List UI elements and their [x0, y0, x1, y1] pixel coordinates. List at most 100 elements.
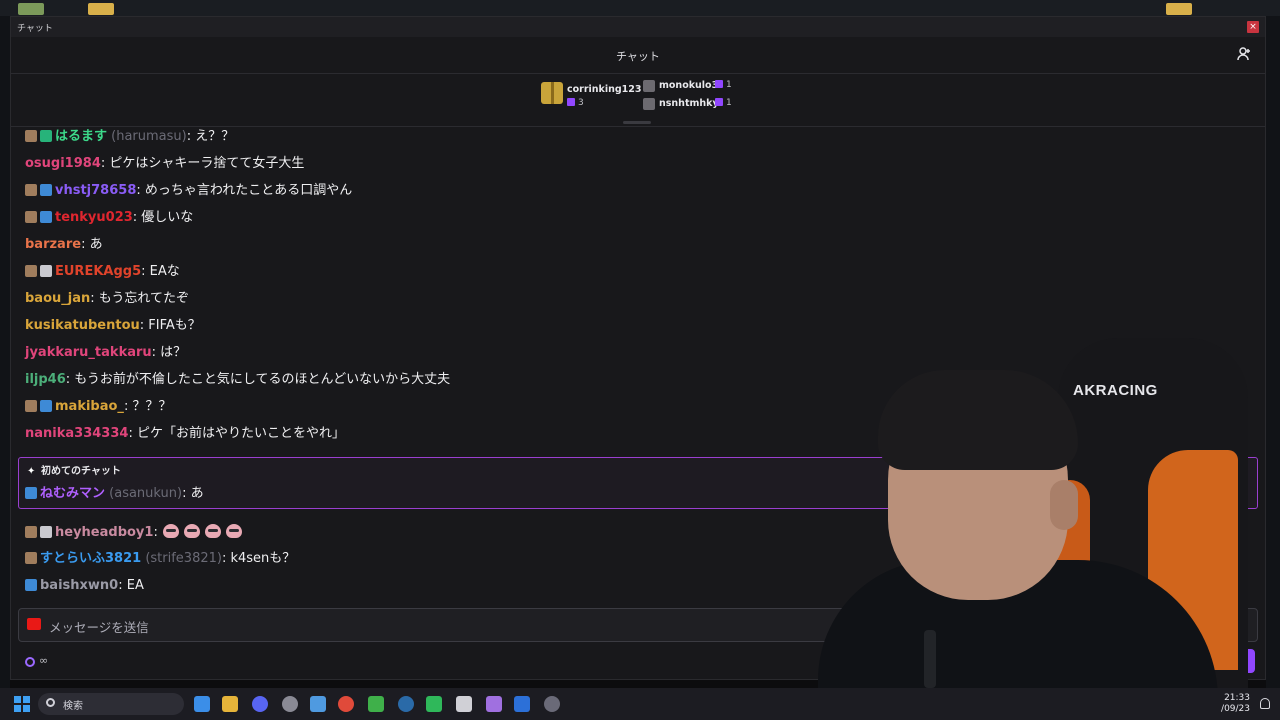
chat-text: : EA: [118, 578, 144, 593]
chat-text: : 優しいな: [132, 210, 194, 225]
chat-username[interactable]: osugi1984: [25, 156, 101, 171]
emote-icon[interactable]: [162, 524, 179, 538]
chat-message[interactable]: ねむみマン (asanukun): あ: [25, 482, 204, 501]
folder-icon[interactable]: [88, 3, 114, 15]
arrow-badge-icon: [40, 526, 52, 538]
chat-message[interactable]: baou_jan: もう忘れてたぞ: [25, 289, 189, 309]
chat-username[interactable]: jyakkaru_takkaru: [25, 345, 152, 360]
taskbar-search-label: 検索: [63, 701, 83, 712]
app-icon[interactable]: [486, 696, 502, 712]
notification-bell-icon[interactable]: [1260, 698, 1270, 709]
avatar-badge-icon: [25, 211, 37, 223]
chat-username[interactable]: はるます: [55, 129, 107, 144]
avatar-badge-icon: [25, 130, 37, 142]
chat-message[interactable]: makibao_: ？？？: [25, 397, 171, 417]
discord-icon[interactable]: [252, 696, 268, 712]
close-button[interactable]: ×: [1247, 21, 1259, 33]
gifter-name: corrinking123: [567, 84, 642, 95]
channel-points-icon: [25, 657, 35, 667]
chat-username[interactable]: vhstj78658: [55, 183, 136, 198]
arrow-badge-icon: [40, 265, 52, 277]
chat-message[interactable]: osugi1984: ピケはシャキーラ捨てて女子大生: [25, 154, 304, 174]
chat-username[interactable]: baou_jan: [25, 291, 90, 306]
streamer-hair: [878, 370, 1078, 470]
windows-start-icon[interactable]: [14, 696, 30, 712]
clock-date: /09/23: [1221, 704, 1250, 714]
crown-badge-icon: [25, 487, 37, 499]
crown-badge-icon: [40, 400, 52, 412]
window-title: チャット: [17, 24, 53, 34]
search-icon: [46, 698, 55, 707]
first-chat-header: ✦ 初めてのチャット: [27, 462, 121, 477]
chat-message[interactable]: EUREKAgg5: EAな: [25, 262, 180, 282]
chat-text: : k4senも？: [221, 551, 296, 566]
avatar-badge-icon: [25, 184, 37, 196]
emote-icon[interactable]: [225, 524, 242, 538]
chat-text: : は？: [151, 345, 187, 360]
gifter-name: nsnhtmhky: [659, 98, 719, 109]
sparkle-icon: ✦: [27, 466, 36, 477]
gift-count: 1: [726, 98, 732, 108]
obs-icon[interactable]: [282, 696, 298, 712]
chat-message[interactable]: すとらいふ3821 (strife3821): k4senも？: [25, 549, 295, 569]
chat-message[interactable]: はるます (harumasu): え？？: [25, 127, 234, 147]
chat-message[interactable]: kusikatubentou: FIFAも？: [25, 316, 201, 336]
camera-icon: [27, 618, 41, 630]
chat-input-placeholder: メッセージを送信: [49, 620, 149, 635]
emote-icon[interactable]: [183, 524, 200, 538]
chat-message[interactable]: tenkyu023: 優しいな: [25, 208, 193, 228]
chat-header: チャット: [11, 37, 1265, 74]
play-icon[interactable]: [426, 696, 442, 712]
app-icon[interactable]: [544, 696, 560, 712]
chat-message[interactable]: baishxwn0: EA: [25, 576, 144, 596]
steam-icon[interactable]: [398, 696, 414, 712]
avatar-badge-icon: [25, 265, 37, 277]
chat-username[interactable]: iljp46: [25, 372, 66, 387]
chat-text: : EAな: [141, 264, 180, 279]
chat-username[interactable]: kusikatubentou: [25, 318, 140, 333]
chat-message[interactable]: jyakkaru_takkaru: は？: [25, 343, 186, 363]
browser-icon[interactable]: [194, 696, 210, 712]
channel-points[interactable]: ∞: [25, 654, 48, 667]
desktop-icon[interactable]: [18, 3, 44, 15]
chat-message[interactable]: heyheadboy1:: [25, 523, 242, 543]
taskbar: 検索 21:33 /09/23: [0, 688, 1280, 720]
emote-icon[interactable]: [204, 524, 221, 538]
taskbar-clock[interactable]: 21:33 /09/23: [1221, 693, 1250, 715]
chat-message[interactable]: vhstj78658: めっちゃ言われたことある口調やん: [25, 181, 352, 201]
chat-message[interactable]: barzare: あ: [25, 235, 103, 255]
chat-username[interactable]: nanika334334: [25, 426, 128, 441]
chat-login: (strife3821): [145, 551, 222, 566]
chat-message[interactable]: iljp46: もうお前が不倫したこと気にしてるのほとんどいないから大丈夫: [25, 370, 450, 390]
monitor-icon[interactable]: [514, 696, 530, 712]
chat-login: (harumasu): [111, 129, 187, 144]
community-users-icon[interactable]: [1237, 46, 1253, 62]
chat-username[interactable]: barzare: [25, 237, 81, 252]
gifter-name: monokulo3: [659, 80, 719, 91]
desktop-top-strip: [0, 0, 1280, 16]
minecraft-icon[interactable]: [368, 696, 384, 712]
notepad-icon[interactable]: [310, 696, 326, 712]
avatar-badge-icon: [25, 400, 37, 412]
folder-icon[interactable]: [1166, 3, 1192, 15]
chat-text: : ？？？: [123, 399, 172, 414]
gift-icon: [715, 80, 723, 88]
chat-username[interactable]: baishxwn0: [40, 578, 118, 593]
taskbar-search[interactable]: 検索: [38, 693, 184, 715]
avatar-badge-icon: [25, 526, 37, 538]
chat-text: : めっちゃ言われたことある口調やん: [136, 183, 353, 198]
chat-text: : え？？: [186, 129, 235, 144]
chat-text: :: [153, 525, 158, 540]
chat-username[interactable]: ねむみマン: [40, 486, 105, 501]
chat-username[interactable]: EUREKAgg5: [55, 264, 141, 279]
chat-username[interactable]: tenkyu023: [55, 210, 133, 225]
chat-username[interactable]: heyheadboy1: [55, 525, 153, 540]
chat-username[interactable]: すとらいふ3821: [40, 551, 141, 566]
chrome-icon[interactable]: [338, 696, 354, 712]
x-app-icon[interactable]: [456, 696, 472, 712]
chat-message[interactable]: nanika334334: ピケ「お前はやりたいことをやれ」: [25, 424, 345, 444]
chat-username[interactable]: makibao_: [55, 399, 124, 414]
chat-text: : ピケはシャキーラ捨てて女子大生: [100, 156, 305, 171]
gift-icon: [567, 98, 575, 106]
file-explorer-icon[interactable]: [222, 696, 238, 712]
